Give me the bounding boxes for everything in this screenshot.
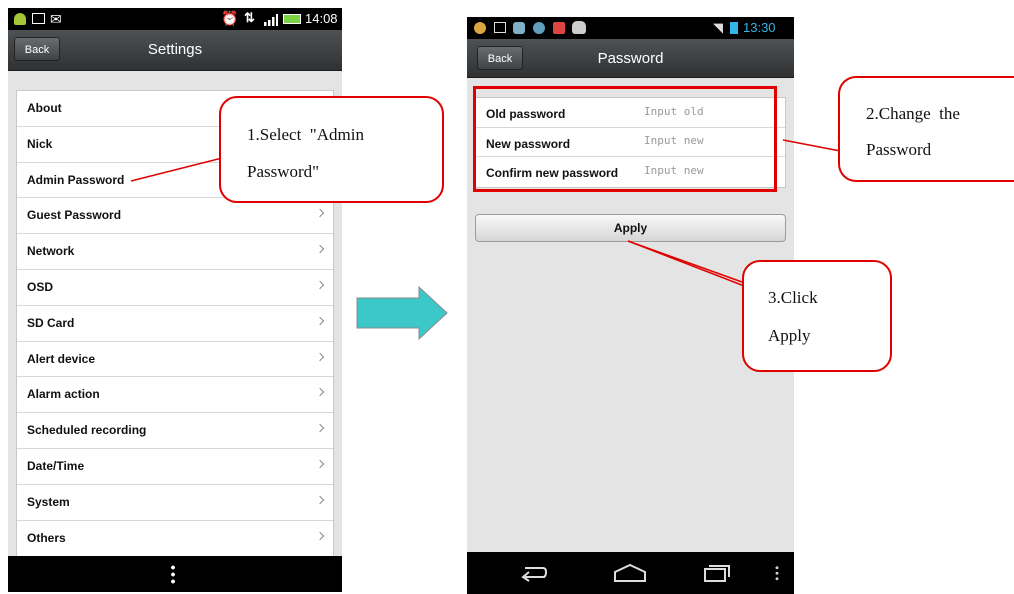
step1-text-line1: 1.Select "Admin	[247, 125, 364, 144]
step2-text-line1: 2.Change the	[866, 104, 960, 123]
step3-text-line2: Apply	[768, 326, 811, 345]
step2-text-line2: Password	[866, 140, 932, 159]
step3-callout: 3.Click Apply	[742, 260, 892, 372]
step3-text-line1: 3.Click	[768, 288, 818, 307]
step2-callout: 2.Change the Password	[838, 76, 1014, 182]
step1-callout: 1.Select "Admin Password"	[219, 96, 444, 203]
step1-text-line2: Password"	[247, 162, 320, 181]
